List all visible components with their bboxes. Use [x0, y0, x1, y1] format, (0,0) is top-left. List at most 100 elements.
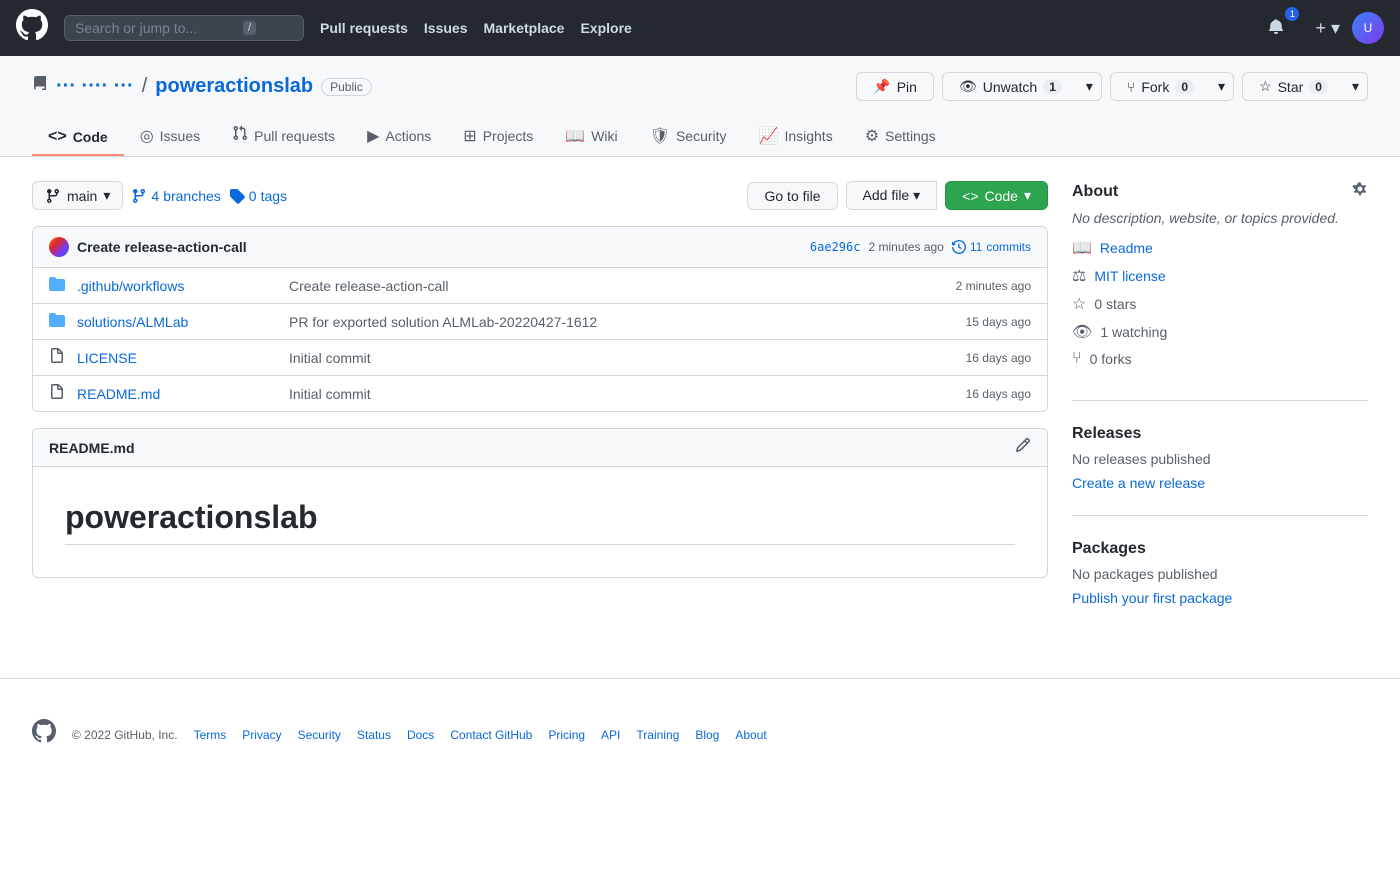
tab-pull-requests[interactable]: Pull requests: [216, 117, 351, 156]
book-icon: 📖: [1072, 238, 1092, 258]
about-title: About: [1072, 183, 1118, 201]
code-button[interactable]: <> Code ▾: [945, 181, 1048, 210]
search-input[interactable]: [75, 20, 235, 36]
footer-link-status[interactable]: Status: [357, 728, 391, 742]
goto-file-button[interactable]: Go to file: [747, 182, 837, 210]
stars-item: ☆ 0 stars: [1072, 294, 1368, 314]
readme-edit-icon[interactable]: [1015, 437, 1031, 458]
tab-security[interactable]: 🛡 Security: [634, 118, 743, 156]
footer-link-privacy[interactable]: Privacy: [242, 728, 281, 742]
nav-pull-requests[interactable]: Pull requests: [320, 20, 408, 36]
branches-link[interactable]: 4 branches: [131, 188, 220, 204]
tab-actions[interactable]: ▶ Actions: [351, 118, 447, 156]
add-file-group: Add file ▾: [846, 181, 938, 210]
publish-package-link[interactable]: Publish your first package: [1072, 590, 1232, 606]
star-group: ☆ Star 0 ▾: [1242, 72, 1368, 101]
tab-code[interactable]: <> Code: [32, 120, 124, 156]
file-link[interactable]: .github/workflows: [77, 278, 277, 294]
fork-icon: ⑂: [1127, 79, 1135, 95]
tab-settings[interactable]: ⚙ Settings: [849, 118, 952, 156]
readme-link-item: 📖 Readme: [1072, 238, 1368, 258]
stars-count: 0 stars: [1094, 296, 1136, 312]
about-section: About No description, website, or topics…: [1072, 181, 1368, 401]
releases-empty-label: No releases published: [1072, 451, 1368, 467]
add-file-chevron-icon: ▾: [913, 187, 920, 203]
fork-dropdown-button[interactable]: ▾: [1210, 72, 1234, 101]
tab-wiki[interactable]: 📖 Wiki: [549, 118, 633, 156]
file-link[interactable]: README.md: [77, 386, 277, 402]
forks-icon: ⑂: [1072, 350, 1082, 368]
file-link[interactable]: LICENSE: [77, 350, 277, 366]
search-shortcut: /: [243, 21, 256, 35]
fork-button[interactable]: ⑂ Fork 0: [1110, 72, 1211, 101]
readme-section: README.md poweractionslab: [32, 428, 1048, 578]
search-box[interactable]: /: [64, 15, 304, 41]
file-time: 15 days ago: [966, 315, 1031, 329]
forks-count: 0 forks: [1090, 351, 1132, 367]
unwatch-button[interactable]: 👁 Unwatch 1: [942, 72, 1079, 101]
notifications-button[interactable]: 1: [1264, 13, 1304, 44]
insights-tab-icon: 📈: [759, 126, 779, 146]
user-avatar[interactable]: U: [1352, 12, 1384, 44]
footer-link-pricing[interactable]: Pricing: [548, 728, 585, 742]
commit-hash-link[interactable]: 6ae296c: [810, 240, 861, 254]
readme-link[interactable]: Readme: [1100, 240, 1153, 256]
footer-link-training[interactable]: Training: [636, 728, 679, 742]
commit-count-link[interactable]: 11 commits: [952, 240, 1031, 254]
file-time: 16 days ago: [966, 351, 1031, 365]
footer-copyright: © 2022 GitHub, Inc.: [72, 728, 178, 742]
repo-title-row: ··· ···· ··· / poweractionslab Public 📌 …: [32, 72, 1368, 101]
star-dropdown-button[interactable]: ▾: [1344, 72, 1368, 101]
repo-icon: [32, 76, 48, 97]
watching-count: 1 watching: [1100, 324, 1167, 340]
code-tab-icon: <>: [48, 128, 67, 146]
footer-link-blog[interactable]: Blog: [695, 728, 719, 742]
nav-marketplace[interactable]: Marketplace: [484, 20, 565, 36]
readme-content: poweractionslab: [33, 467, 1047, 577]
file-icon: [49, 384, 65, 403]
table-row: solutions/ALMLab PR for exported solutio…: [33, 304, 1047, 340]
footer-link-api[interactable]: API: [601, 728, 620, 742]
file-commit-message: Initial commit: [289, 386, 954, 402]
pin-button[interactable]: 📌 Pin: [856, 72, 934, 101]
footer-link-security[interactable]: Security: [298, 728, 341, 742]
projects-tab-icon: ⊞: [463, 126, 476, 146]
tab-projects[interactable]: ⊞ Projects: [447, 118, 549, 156]
unwatch-count: 1: [1043, 80, 1062, 94]
footer-link-contact[interactable]: Contact GitHub: [450, 728, 532, 742]
unwatch-dropdown-button[interactable]: ▾: [1078, 72, 1102, 101]
file-link[interactable]: solutions/ALMLab: [77, 314, 277, 330]
nav-issues[interactable]: Issues: [424, 20, 468, 36]
repo-visibility-badge: Public: [321, 78, 372, 96]
footer-link-docs[interactable]: Docs: [407, 728, 434, 742]
repo-owner-link[interactable]: ··· ···· ···: [56, 75, 134, 98]
tab-insights[interactable]: 📈 Insights: [743, 118, 849, 156]
create-release-link[interactable]: Create a new release: [1072, 475, 1205, 491]
main-content-area: main ▾ 4 branches 0 tags Go to file Add …: [0, 157, 1400, 678]
add-file-button[interactable]: Add file ▾: [846, 181, 938, 210]
folder-icon: [49, 312, 65, 331]
footer-link-about[interactable]: About: [735, 728, 766, 742]
create-button[interactable]: + ▾: [1311, 14, 1344, 43]
github-logo-icon[interactable]: [16, 9, 48, 48]
star-count: 0: [1309, 80, 1328, 94]
repo-tabs: <> Code ◎ Issues Pull requests ▶ Actions…: [32, 117, 1368, 156]
nav-explore[interactable]: Explore: [580, 20, 631, 36]
fork-count: 0: [1175, 80, 1194, 94]
commit-message-link[interactable]: Create release-action-call: [77, 239, 247, 255]
star-icon: ☆: [1072, 294, 1086, 314]
tags-link[interactable]: 0 tags: [229, 188, 287, 204]
commit-author-avatar[interactable]: [49, 237, 69, 257]
header-right: 1 + ▾ U: [1264, 12, 1384, 44]
about-settings-icon[interactable]: [1352, 181, 1368, 202]
file-time: 16 days ago: [966, 387, 1031, 401]
tab-issues[interactable]: ◎ Issues: [124, 118, 216, 156]
star-button[interactable]: ☆ Star 0: [1242, 72, 1345, 101]
license-link[interactable]: MIT license: [1094, 268, 1165, 284]
commit-time: 2 minutes ago: [868, 240, 943, 254]
repo-name-link[interactable]: poweractionslab: [155, 75, 313, 98]
forks-item: ⑂ 0 forks: [1072, 350, 1368, 368]
footer-link-terms[interactable]: Terms: [194, 728, 227, 742]
branch-selector-button[interactable]: main ▾: [32, 181, 123, 210]
star-icon: ☆: [1259, 78, 1272, 95]
